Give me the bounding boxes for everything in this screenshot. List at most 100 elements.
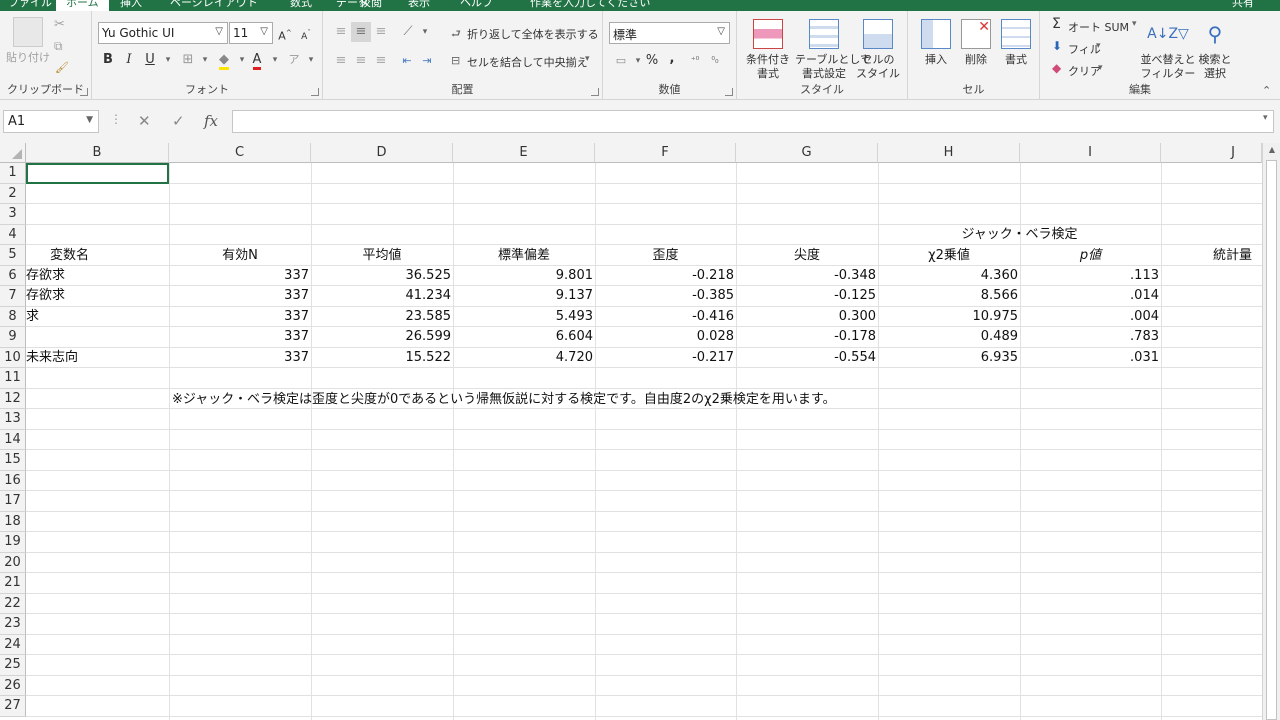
tab-insert[interactable]: 挿入 xyxy=(120,0,142,11)
row-header[interactable]: 11 xyxy=(0,368,26,389)
row-header[interactable]: 13 xyxy=(0,409,26,430)
borders-dropdown-icon[interactable]: ▾ xyxy=(195,50,215,70)
table-cell-sd[interactable]: 5.493 xyxy=(453,307,595,327)
row-header[interactable]: 20 xyxy=(0,552,26,573)
wrap-text-button[interactable]: 折り返して全体を表示する xyxy=(467,26,599,42)
font-color-dropdown-icon[interactable]: ▾ xyxy=(265,50,285,70)
row-header[interactable]: 5 xyxy=(0,245,26,266)
table-cell-mean[interactable]: 36.525 xyxy=(311,266,453,286)
column-header-d[interactable]: D xyxy=(311,143,453,163)
table-cell-skew[interactable]: -0.385 xyxy=(595,286,736,306)
table-cell-name[interactable]: 未来志向 xyxy=(26,348,169,368)
table-cell-sd[interactable]: 4.720 xyxy=(453,348,595,368)
cell-h4[interactable]: ジャック・ベラ検定 xyxy=(878,225,1161,245)
row-header[interactable]: 6 xyxy=(0,265,26,286)
number-launcher-icon[interactable] xyxy=(725,88,733,96)
table-cell-skew[interactable]: -0.416 xyxy=(595,307,736,327)
font-size-combo[interactable]: 11 ▽ xyxy=(229,22,273,44)
row-header[interactable]: 23 xyxy=(0,614,26,635)
cut-icon[interactable]: ✂ xyxy=(54,17,65,32)
row-header[interactable]: 24 xyxy=(0,634,26,655)
table-cell-mean[interactable]: 41.234 xyxy=(311,286,453,306)
row-header[interactable]: 18 xyxy=(0,511,26,532)
tab-help[interactable]: ヘルプ xyxy=(460,0,493,11)
font-name-combo[interactable]: Yu Gothic UI ▽ xyxy=(98,22,228,44)
column-header-h[interactable]: H xyxy=(878,143,1020,163)
italic-button[interactable]: I xyxy=(119,50,139,70)
cell-e5[interactable]: 標準偏差 xyxy=(453,246,595,266)
row-header[interactable]: 17 xyxy=(0,491,26,512)
cell-h5[interactable]: χ2乗値 xyxy=(878,246,1020,266)
format-painter-icon[interactable]: 🖌 xyxy=(55,61,69,74)
find-select-button[interactable]: ⚲ 検索と 選択 xyxy=(1196,19,1234,81)
cell-d5[interactable]: 平均値 xyxy=(311,246,453,266)
align-center-icon[interactable]: ≡ xyxy=(351,51,371,71)
tab-page-layout[interactable]: ページレイアウト xyxy=(170,0,258,11)
formula-input[interactable] xyxy=(232,110,1274,133)
clear-button[interactable]: クリア xyxy=(1068,63,1101,79)
underline-dropdown-icon[interactable]: ▾ xyxy=(158,50,178,70)
fill-color-icon[interactable]: ◆ xyxy=(214,50,234,70)
table-cell-kurt[interactable]: -0.554 xyxy=(736,348,878,368)
table-cell-skew[interactable]: 0.028 xyxy=(595,327,736,347)
align-left-icon[interactable]: ≡ xyxy=(331,51,351,71)
row-header[interactable]: 15 xyxy=(0,450,26,471)
align-top-icon[interactable]: ≡ xyxy=(331,22,351,42)
delete-cells-button[interactable]: ✕ 削除 xyxy=(958,19,994,67)
table-cell-chi[interactable]: 6.935 xyxy=(878,348,1020,368)
phonetic-dropdown-icon[interactable]: ▾ xyxy=(301,50,321,70)
enter-icon[interactable]: ✓ xyxy=(172,112,185,130)
copy-icon[interactable]: ⧉ xyxy=(54,39,63,54)
table-cell-mean[interactable]: 23.585 xyxy=(311,307,453,327)
align-right-icon[interactable]: ≡ xyxy=(371,51,391,71)
column-header-f[interactable]: F xyxy=(595,143,736,163)
underline-button[interactable]: U xyxy=(140,50,160,70)
autosum-dropdown-icon[interactable]: ▾ xyxy=(1132,19,1137,29)
table-cell-p[interactable]: .113 xyxy=(1020,266,1161,286)
tab-file[interactable]: ファイル xyxy=(8,0,52,11)
font-launcher-icon[interactable] xyxy=(311,88,319,96)
bold-button[interactable]: B xyxy=(98,50,118,70)
table-cell-n[interactable]: 337 xyxy=(169,348,311,368)
select-all-button[interactable] xyxy=(0,143,26,163)
row-header[interactable]: 19 xyxy=(0,532,26,553)
insert-cells-button[interactable]: 挿入 xyxy=(918,19,954,67)
column-header-j[interactable]: J xyxy=(1161,143,1262,163)
orientation-dropdown-icon[interactable]: ▾ xyxy=(415,22,435,42)
cell-styles-button[interactable]: セルの スタイル xyxy=(853,19,903,81)
font-color-icon[interactable]: A xyxy=(247,50,267,70)
table-cell-skew[interactable]: -0.218 xyxy=(595,266,736,286)
table-cell-chi[interactable]: 4.360 xyxy=(878,266,1020,286)
column-header-e[interactable]: E xyxy=(453,143,595,163)
table-cell-sd[interactable]: 6.604 xyxy=(453,327,595,347)
collapse-ribbon-icon[interactable]: ⌃ xyxy=(1262,84,1271,97)
column-header-c[interactable]: C xyxy=(169,143,311,163)
table-cell-name[interactable]: 求 xyxy=(26,307,169,327)
cell-c5[interactable]: 有効N xyxy=(169,246,311,266)
merge-center-button[interactable]: セルを結合して中央揃え xyxy=(467,54,588,70)
cell-c12[interactable]: ※ジャック・ベラ検定は歪度と尖度が0であるという帰無仮説に対する検定です。自由度… xyxy=(170,390,870,410)
number-format-combo[interactable]: 標準 ▽ xyxy=(609,22,730,44)
row-header[interactable]: 7 xyxy=(0,286,26,307)
table-cell-n[interactable]: 337 xyxy=(169,307,311,327)
cancel-icon[interactable]: ✕ xyxy=(138,112,151,130)
row-header[interactable]: 27 xyxy=(0,696,26,717)
table-cell-p[interactable]: .783 xyxy=(1020,327,1161,347)
table-cell-chi[interactable]: 10.975 xyxy=(878,307,1020,327)
table-cell-skew[interactable]: -0.217 xyxy=(595,348,736,368)
table-cell-name[interactable]: 存欲求 xyxy=(26,286,169,306)
row-header[interactable]: 10 xyxy=(0,347,26,368)
align-middle-icon[interactable]: ≡ xyxy=(351,22,371,42)
clipboard-launcher-icon[interactable] xyxy=(80,88,88,96)
format-cells-button[interactable]: 書式 xyxy=(998,19,1034,67)
format-as-table-button[interactable]: テーブルとして 書式設定 xyxy=(795,19,871,81)
row-header[interactable]: 8 xyxy=(0,306,26,327)
row-header[interactable]: 4 xyxy=(0,224,26,245)
tab-review[interactable]: 校閲 xyxy=(360,0,382,11)
increase-decimal-icon[interactable]: ⁺⁰ xyxy=(685,51,705,71)
row-header[interactable]: 3 xyxy=(0,204,26,225)
sort-filter-button[interactable]: A↓Z▽ 並べ替えと フィルター xyxy=(1140,19,1196,81)
table-cell-mean[interactable]: 15.522 xyxy=(311,348,453,368)
paste-button[interactable]: 貼り付け xyxy=(6,17,50,65)
table-cell-kurt[interactable]: -0.348 xyxy=(736,266,878,286)
